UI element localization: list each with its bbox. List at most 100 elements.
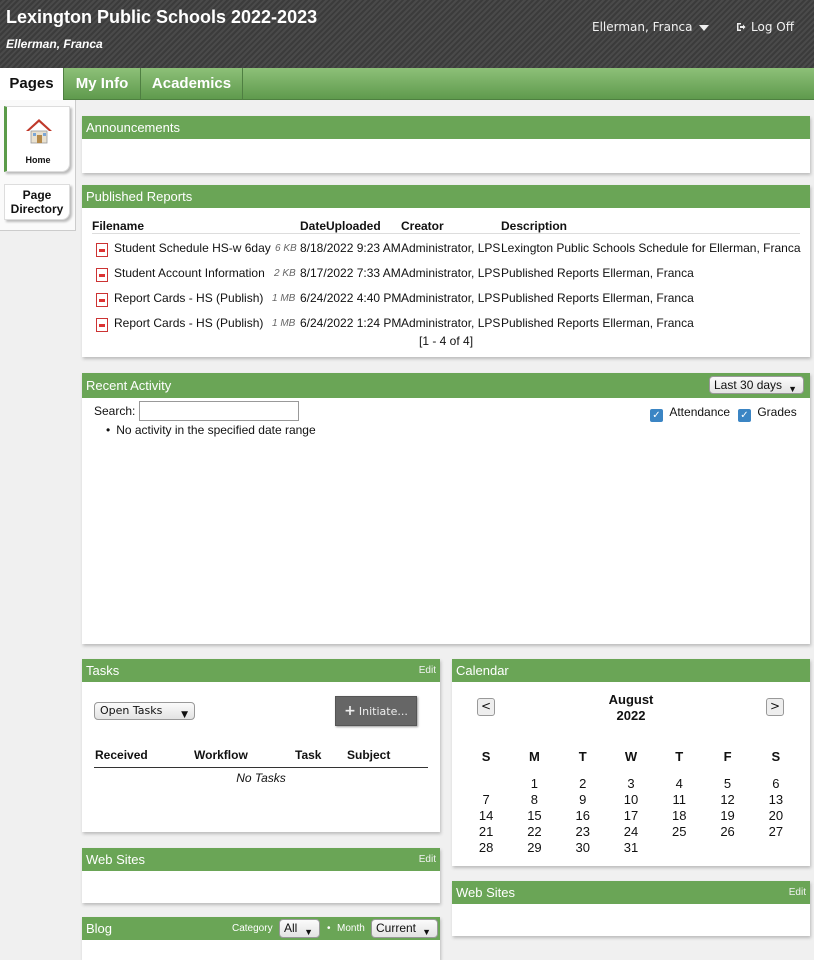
grades-filter[interactable]: ✓ Grades [738,405,797,422]
initiate-button[interactable]: + Initiate... [335,696,417,726]
col-description[interactable]: Description [501,219,567,233]
calendar-day[interactable]: 16 [559,807,607,823]
calendar-day[interactable]: 21 [462,823,510,839]
report-row[interactable]: Student Account Information 2 KB 8/17/20… [92,259,800,284]
weekday-label: F [723,748,732,764]
page-directory-label-2: Directory [10,202,64,216]
report-description: Lexington Public Schools Schedule for El… [501,241,801,255]
report-row[interactable]: Report Cards - HS (Publish) 1 MB 6/24/20… [92,284,800,309]
calendar-week: 1 2 3 4 5 6 [462,775,800,791]
report-filename[interactable]: Report Cards - HS (Publish) [114,316,263,330]
tab-pages[interactable]: Pages [0,68,64,100]
calendar-day[interactable]: 19 [703,807,751,823]
weekday-label: S [771,748,781,764]
report-filename[interactable]: Report Cards - HS (Publish) [114,291,263,305]
calendar-day[interactable]: 2 [559,775,607,791]
calendar-day[interactable]: 6 [752,775,800,791]
month-select[interactable]: Current ▼ [371,919,438,938]
pdf-icon [96,243,108,257]
calendar-day[interactable] [655,839,703,855]
calendar-day[interactable]: 13 [752,791,800,807]
calendar-day[interactable]: 11 [655,791,703,807]
report-filename[interactable]: Student Schedule HS-w 6day [114,241,271,255]
col-date-uploaded[interactable]: DateUploaded [300,219,381,233]
calendar-day[interactable]: 18 [655,807,703,823]
calendar-day[interactable]: 4 [655,775,703,791]
calendar-day[interactable] [703,839,751,855]
calendar-day[interactable] [462,775,510,791]
attendance-label: Attendance [669,405,731,419]
chevron-down-icon: ▼ [181,710,188,720]
calendar-day[interactable]: 23 [559,823,607,839]
report-description: Published Reports Ellerman, Franca [501,291,694,305]
pdf-icon [96,268,108,282]
prev-month-button[interactable]: < [477,698,495,716]
month-value: Current [376,921,417,935]
calendar-week: 28 29 30 31 [462,839,800,855]
calendar-day[interactable]: 1 [510,775,558,791]
calendar-day[interactable] [752,839,800,855]
calendar-day[interactable]: 14 [462,807,510,823]
col-subject[interactable]: Subject [347,748,390,762]
home-button[interactable]: Home [4,106,70,172]
tasks-edit-link[interactable]: Edit [419,659,436,682]
calendar-header: Calendar [452,659,810,682]
web-sites-edit-link-right[interactable]: Edit [789,881,806,904]
user-menu[interactable]: Ellerman, Franca [592,20,709,34]
calendar-day[interactable]: 25 [655,823,703,839]
announcements-title: Announcements [86,120,180,135]
calendar-day[interactable]: 29 [510,839,558,855]
recent-activity-title: Recent Activity [86,378,172,393]
page-directory-button[interactable]: Page Directory [4,184,70,220]
calendar-day[interactable]: 15 [510,807,558,823]
log-off-link[interactable]: Log Off [736,20,794,34]
calendar-day[interactable]: 17 [607,807,655,823]
attendance-checkbox[interactable]: ✓ [650,409,663,422]
grades-checkbox[interactable]: ✓ [738,409,751,422]
next-month-button[interactable]: > [766,698,784,716]
report-row[interactable]: Report Cards - HS (Publish) 1 MB 6/24/20… [92,309,800,334]
calendar-day[interactable]: 3 [607,775,655,791]
calendar-day[interactable]: 10 [607,791,655,807]
calendar-day[interactable]: 5 [703,775,751,791]
task-filter-value: Open Tasks [100,704,163,717]
calendar-day[interactable]: 24 [607,823,655,839]
calendar-day[interactable]: 8 [510,791,558,807]
tasks-title: Tasks [86,663,120,678]
pdf-icon [96,318,108,332]
calendar-day[interactable]: 28 [462,839,510,855]
col-creator[interactable]: Creator [401,219,444,233]
col-workflow[interactable]: Workflow [194,748,248,762]
calendar-day[interactable]: 9 [559,791,607,807]
calendar-day[interactable]: 12 [703,791,751,807]
col-filename[interactable]: Filename [92,219,144,233]
calendar-day[interactable]: 20 [752,807,800,823]
col-task[interactable]: Task [295,748,321,762]
category-value: All [284,921,298,935]
web-sites-edit-link[interactable]: Edit [419,848,436,871]
calendar-day[interactable]: 30 [559,839,607,855]
attendance-filter[interactable]: ✓ Attendance [650,405,730,422]
main-tabs: Pages My Info Academics [0,68,814,100]
recent-activity-header: Recent Activity Last 30 days ▼ [82,373,810,398]
tab-my-info[interactable]: My Info [64,68,141,100]
calendar-day[interactable]: 7 [462,791,510,807]
tab-academics[interactable]: Academics [141,68,243,100]
task-filter-select[interactable]: Open Tasks ▼ [94,702,195,720]
calendar-day[interactable]: 26 [703,823,751,839]
calendar-day[interactable]: 31 [607,839,655,855]
category-select[interactable]: All ▼ [279,919,320,938]
calendar-title: Calendar [456,663,509,678]
activity-range-select[interactable]: Last 30 days ▼ [709,376,804,394]
tasks-table-header: Received Workflow Task Subject [94,748,428,768]
log-off-label: Log Off [751,20,794,34]
calendar-day[interactable]: 22 [510,823,558,839]
col-received[interactable]: Received [95,748,148,762]
log-off-icon [737,23,746,31]
report-size: 2 KB [274,268,296,279]
report-filename[interactable]: Student Account Information [114,266,265,280]
plus-icon: + [344,703,356,719]
report-row[interactable]: Student Schedule HS-w 6day 6 KB 8/18/202… [92,234,801,259]
calendar-day[interactable]: 27 [752,823,800,839]
activity-search-input[interactable] [139,401,299,421]
